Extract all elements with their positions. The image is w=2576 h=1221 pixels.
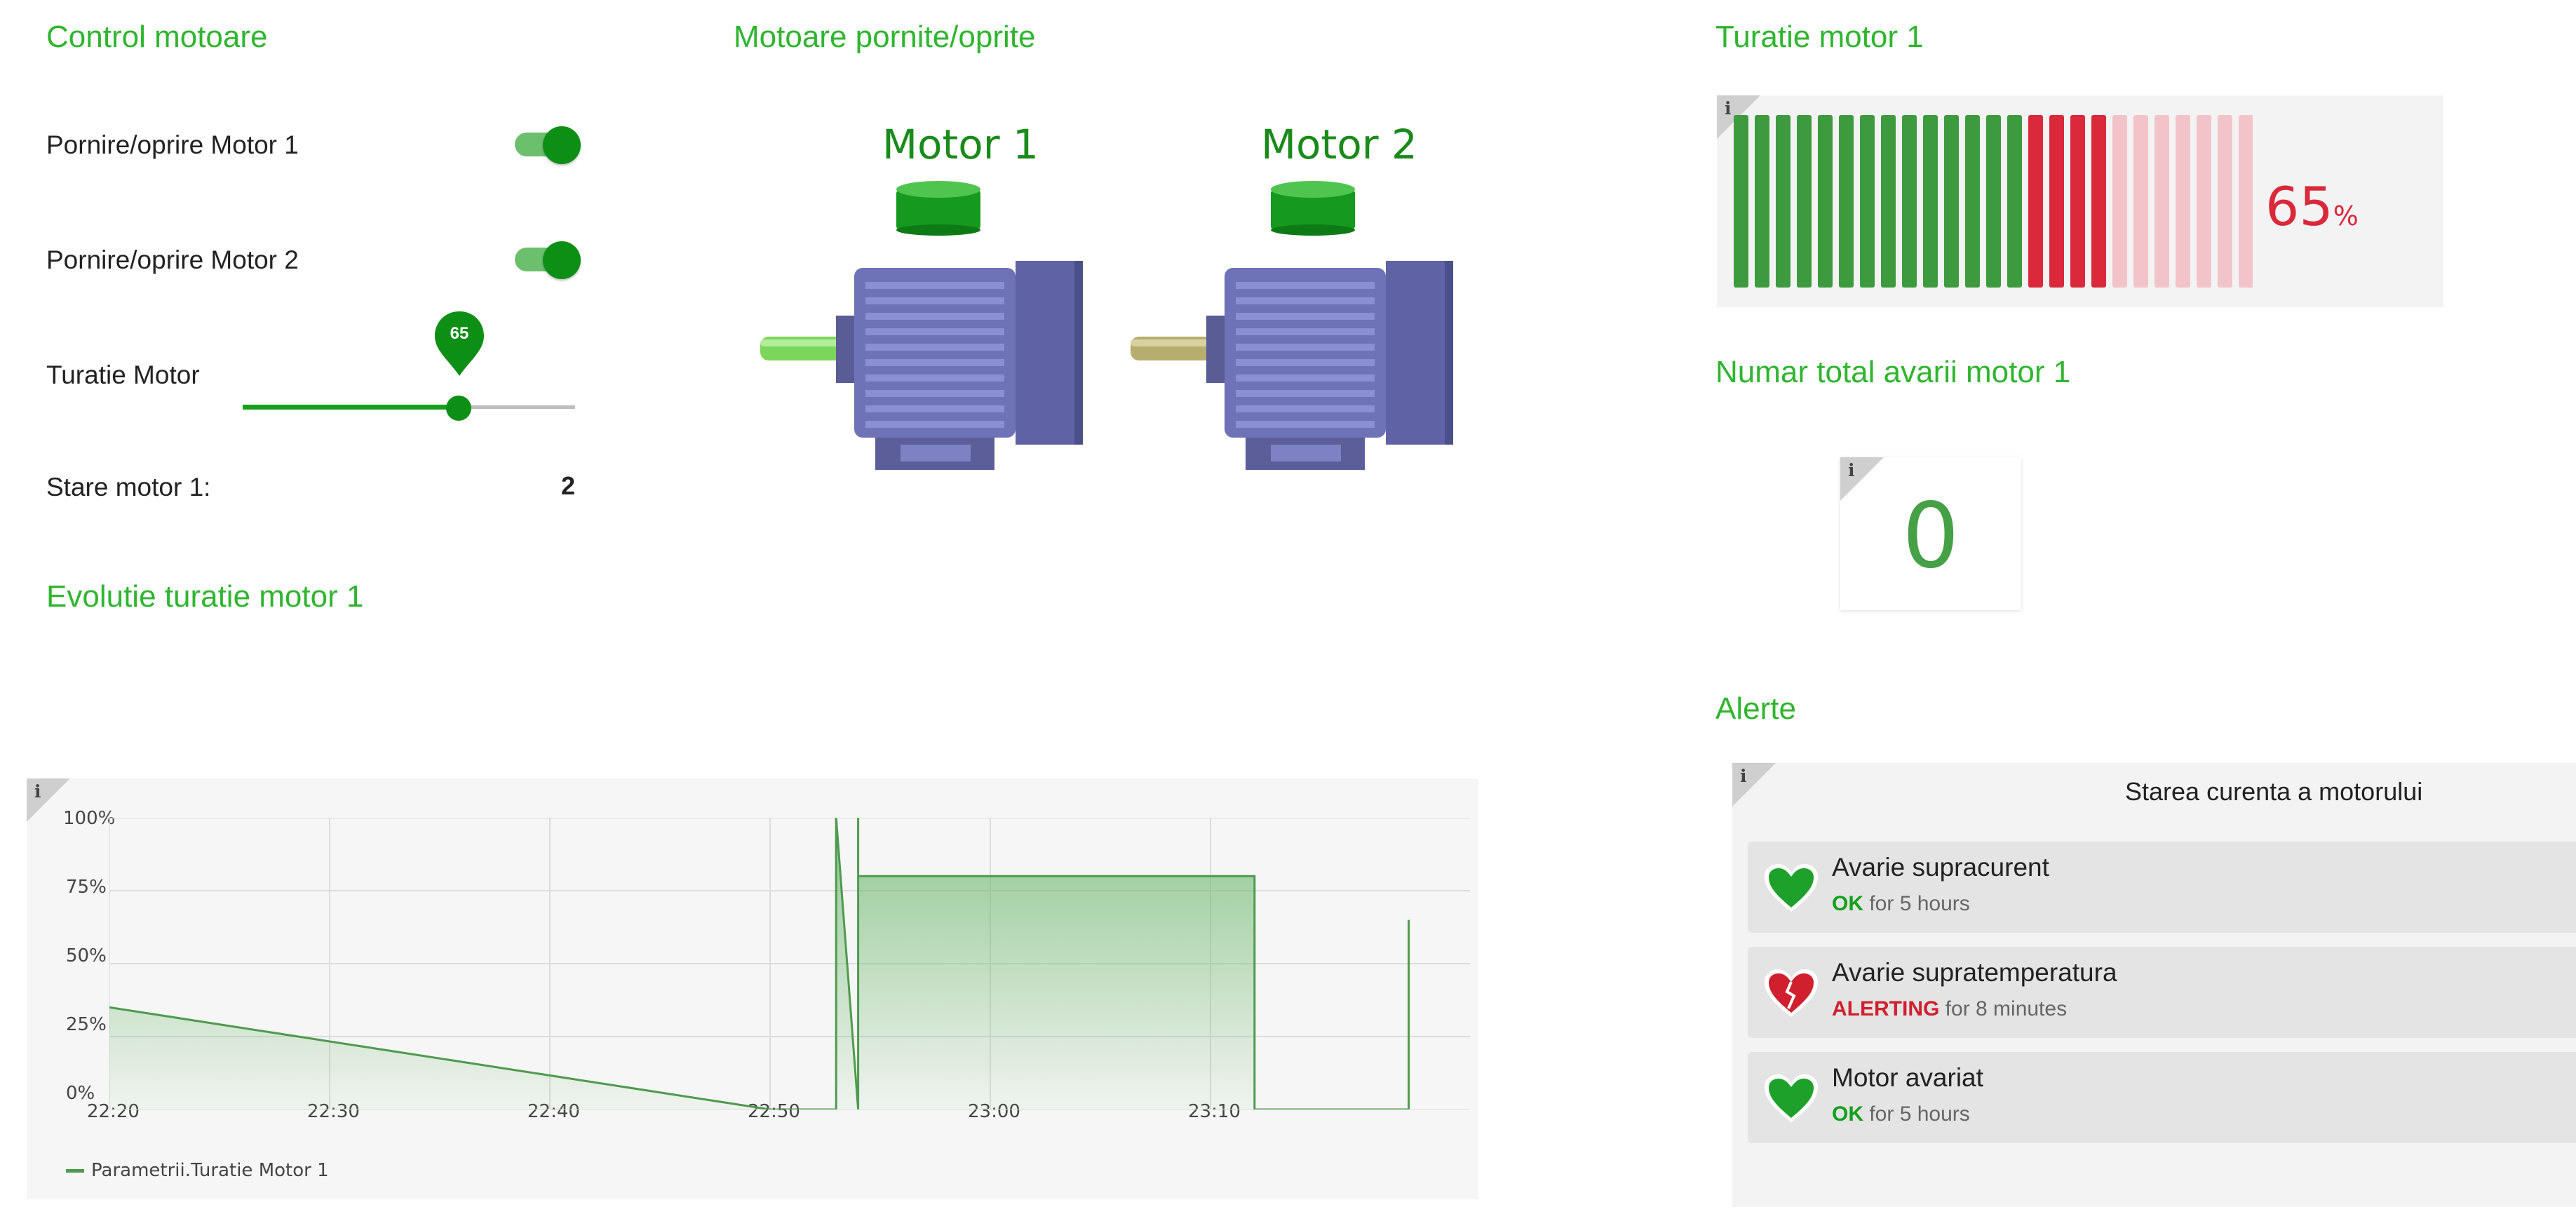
alerts-panel: i Starea curenta a motorului Avarie supr… <box>1732 763 2576 1207</box>
slider-value-pin <box>435 311 484 376</box>
info-corner <box>1732 763 1776 807</box>
gauge-segment <box>2070 115 2085 288</box>
alerts-header: Starea curenta a motorului <box>2125 777 2423 806</box>
info-icon[interactable]: i <box>1725 98 1732 119</box>
alert-item[interactable]: Avarie supracurent OK for 5 hours <box>1748 842 2576 933</box>
gauge-segment <box>2133 115 2148 288</box>
motor1-toggle-label: Pornire/oprire Motor 1 <box>46 130 299 159</box>
alert-name: Motor avariat <box>1832 1063 1983 1092</box>
gauge-segment <box>1776 115 1791 288</box>
toggle-knob <box>543 126 581 164</box>
gauge-segment <box>1860 115 1875 288</box>
y-tick: 100% <box>63 808 116 829</box>
faults-panel: i 0 <box>1840 457 2021 610</box>
toggle-knob <box>543 241 581 279</box>
motor2-toggle-label: Pornire/oprire Motor 2 <box>46 245 299 274</box>
alert-state: ALERTING <box>1832 997 1940 1020</box>
slider-fill <box>243 405 459 410</box>
motor2-name: Motor 2 <box>1261 121 1417 168</box>
legend-label: Parametrii.Turatie Motor 1 <box>91 1160 329 1181</box>
gauge-segment <box>1734 115 1748 288</box>
speed-label: Turatie Motor <box>46 360 200 389</box>
gauge-segment <box>1881 115 1896 288</box>
gauge-segment <box>1797 115 1812 288</box>
heart-broken-icon <box>1765 969 1818 1017</box>
gauge-segment <box>1818 115 1833 288</box>
chart-plot-area <box>109 818 1470 1109</box>
alert-status: OK for 5 hours <box>1832 1102 1970 1126</box>
graph-panel: i 100% 75% 50% 25% 0% 22:20 22:30 22:40 … <box>27 778 1478 1199</box>
motor1-toggle[interactable] <box>512 126 581 164</box>
motor2-indicator-icon <box>1271 181 1355 236</box>
gauge-segment <box>2197 115 2211 288</box>
gauge-segment <box>2239 115 2253 288</box>
state-label: Stare motor 1: <box>46 473 211 501</box>
gauge-value: 65% <box>2265 175 2359 238</box>
motor2-icon <box>1131 261 1453 470</box>
info-icon[interactable]: i <box>1740 766 1747 786</box>
speed-slider[interactable] <box>243 387 575 429</box>
alert-duration: for 5 hours <box>1869 892 1970 915</box>
gauge-segment <box>2218 115 2232 288</box>
gauge-segment <box>2049 115 2064 288</box>
info-icon[interactable]: i <box>1848 460 1855 480</box>
alert-duration: for 5 hours <box>1869 1102 1970 1126</box>
y-tick: 50% <box>66 945 107 966</box>
motor2-toggle[interactable] <box>512 241 581 279</box>
chart-legend[interactable]: Parametrii.Turatie Motor 1 <box>66 1160 329 1181</box>
alert-name: Avarie supratemperatura <box>1832 958 2117 987</box>
gauge-title: Turatie motor 1 <box>1715 20 1924 54</box>
gauge-segment <box>1944 115 1959 288</box>
gauge-segment <box>2028 115 2043 288</box>
gauge-segment <box>1986 115 2001 288</box>
gauge-value-unit: % <box>2333 201 2359 231</box>
slider-value-text: 65 <box>450 324 469 343</box>
gauge-segment <box>2091 115 2106 288</box>
faults-value: 0 <box>1902 484 1960 588</box>
y-tick: 25% <box>66 1014 107 1035</box>
motor1-name: Motor 1 <box>882 121 1039 168</box>
gauge-segment <box>1902 115 1917 288</box>
gauge-segment <box>1755 115 1769 288</box>
motor1-icon <box>760 261 1083 470</box>
gauge-segment <box>1923 115 1938 288</box>
alert-state: OK <box>1832 892 1863 915</box>
alert-name: Avarie supracurent <box>1832 853 2049 882</box>
alert-status: ALERTING for 8 minutes <box>1832 997 2067 1021</box>
gauge-segment <box>2176 115 2190 288</box>
gauge-segment <box>1965 115 1980 288</box>
legend-swatch <box>66 1169 84 1173</box>
alert-state: OK <box>1832 1102 1863 1126</box>
gauge-value-number: 65 <box>2265 175 2333 238</box>
alert-item[interactable]: Avarie supratemperatura ALERTING for 8 m… <box>1748 947 2576 1038</box>
alerts-title: Alerte <box>1715 692 1796 726</box>
alert-duration: for 8 minutes <box>1945 997 2068 1020</box>
info-icon[interactable]: i <box>34 781 41 802</box>
gauge-segment <box>1839 115 1854 288</box>
control-title: Control motoare <box>46 20 268 54</box>
motors-title: Motoare pornite/oprite <box>734 20 1036 54</box>
heart-ok-icon <box>1765 864 1818 912</box>
gauge-segment <box>2007 115 2022 288</box>
y-tick: 75% <box>66 877 107 898</box>
motor1-indicator-icon <box>896 181 980 236</box>
faults-title: Numar total avarii motor 1 <box>1715 355 2071 389</box>
slider-thumb[interactable] <box>446 396 472 421</box>
graph-title: Evolutie turatie motor 1 <box>46 579 364 614</box>
gauge-segment <box>2154 115 2169 288</box>
gauge-bars <box>1734 115 2253 288</box>
gauge-segment <box>2112 115 2127 288</box>
state-value: 2 <box>560 471 575 500</box>
heart-ok-icon <box>1765 1074 1818 1122</box>
alert-item[interactable]: Motor avariat OK for 5 hours <box>1748 1052 2576 1143</box>
alert-status: OK for 5 hours <box>1832 892 1970 916</box>
